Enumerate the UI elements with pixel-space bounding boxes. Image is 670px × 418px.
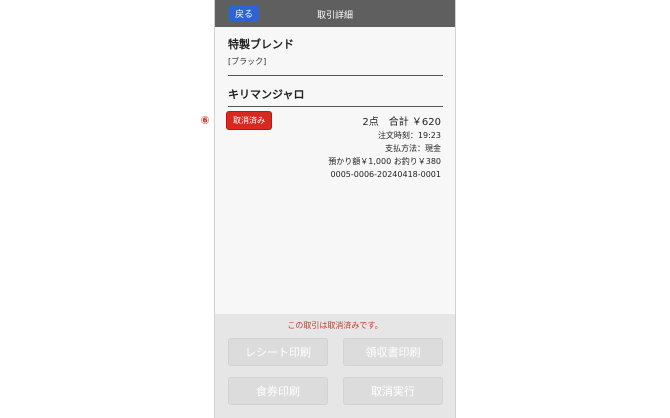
item-name: 特製ブレンド [228,38,294,51]
status-badge: 取消済み [227,112,271,129]
payment-method: 支払方法：現金 [385,144,441,153]
order-time: 注文時刻：19:23 [377,131,441,140]
item-divider [228,75,443,76]
phone-screen: 戻る 取引詳細 特製ブレンド [ブラック] キリマンジャロ 取消済み 2点 合計… [214,0,456,418]
item-divider [228,106,443,107]
item-option: [ブラック] [228,57,267,66]
ticket-print-button[interactable]: 食券印刷 [228,377,328,405]
cancel-execute-button[interactable]: 取消実行 [343,377,443,405]
action-footer: この取引は取消済みです。 レシート印刷 領収書印刷 食券印刷 取消実行 [215,314,455,418]
annotation-number: ⑥ [200,114,210,127]
summary-total: 2点 合計 ￥620 [362,117,441,128]
cash-change: 預かり額￥1,000 お釣り￥380 [328,157,441,166]
invoice-print-button[interactable]: 領収書印刷 [343,338,443,366]
cancel-notice: この取引は取消済みです。 [287,321,383,330]
page-title: 取引詳細 [316,11,353,21]
transaction-id: 0005-0006-20240418-0001 [330,170,441,179]
app-header: 戻る 取引詳細 [215,0,455,27]
item-name: キリマンジャロ [228,88,305,101]
receipt-print-button[interactable]: レシート印刷 [228,338,328,366]
